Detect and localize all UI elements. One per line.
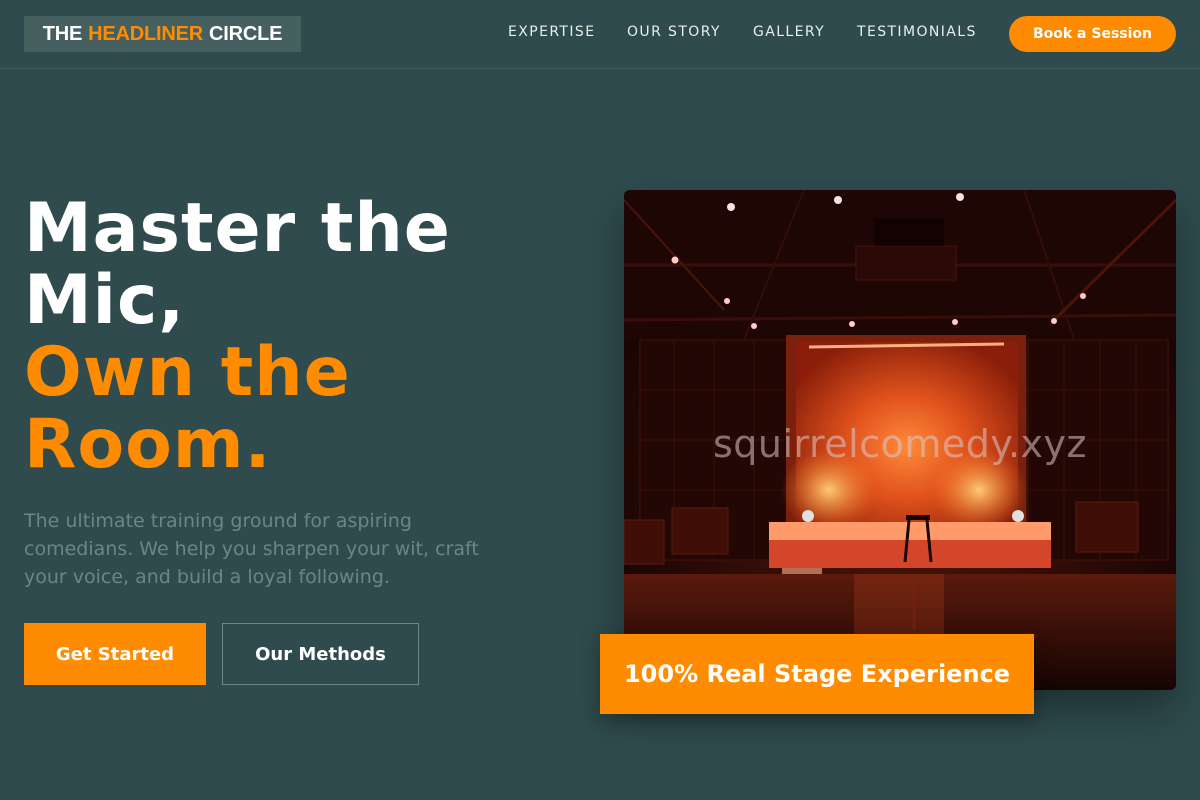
hero-subtext: The ultimate training ground for aspirin… <box>24 510 479 588</box>
headline-line-1: Master the <box>24 189 451 268</box>
nav-link-our-story[interactable]: OUR STORY <box>627 24 721 40</box>
site-logo[interactable]: THE HEADLINER CIRCLE <box>24 16 301 52</box>
headline-line-2: Mic, <box>24 261 186 340</box>
headline-line-4: Room. <box>24 405 272 484</box>
book-session-button[interactable]: Book a Session <box>1009 16 1176 52</box>
logo-word-headliner: HEADLINER <box>88 22 204 45</box>
headline-line-3: Own the <box>24 333 351 412</box>
nav-link-testimonials[interactable]: TESTIMONIALS <box>857 24 977 40</box>
nav-link-expertise[interactable]: EXPERTISE <box>508 24 595 40</box>
our-methods-button[interactable]: Our Methods <box>222 623 419 685</box>
logo-word-the: THE <box>42 22 83 45</box>
logo-word-circle: CIRCLE <box>209 22 283 45</box>
hero-headline: Master the Mic, Own the Room. <box>24 193 584 481</box>
site-header: THE HEADLINER CIRCLE EXPERTISE OUR STORY… <box>0 0 1200 69</box>
photo-watermark: squirrelcomedy.xyz <box>713 422 1087 466</box>
nav-link-gallery[interactable]: GALLERY <box>753 24 825 40</box>
stage-photo: squirrelcomedy.xyz <box>624 190 1176 690</box>
page: THE HEADLINER CIRCLE EXPERTISE OUR STORY… <box>0 0 1200 800</box>
stage-experience-badge: 100% Real Stage Experience <box>600 634 1034 714</box>
get-started-button[interactable]: Get Started <box>24 623 206 685</box>
